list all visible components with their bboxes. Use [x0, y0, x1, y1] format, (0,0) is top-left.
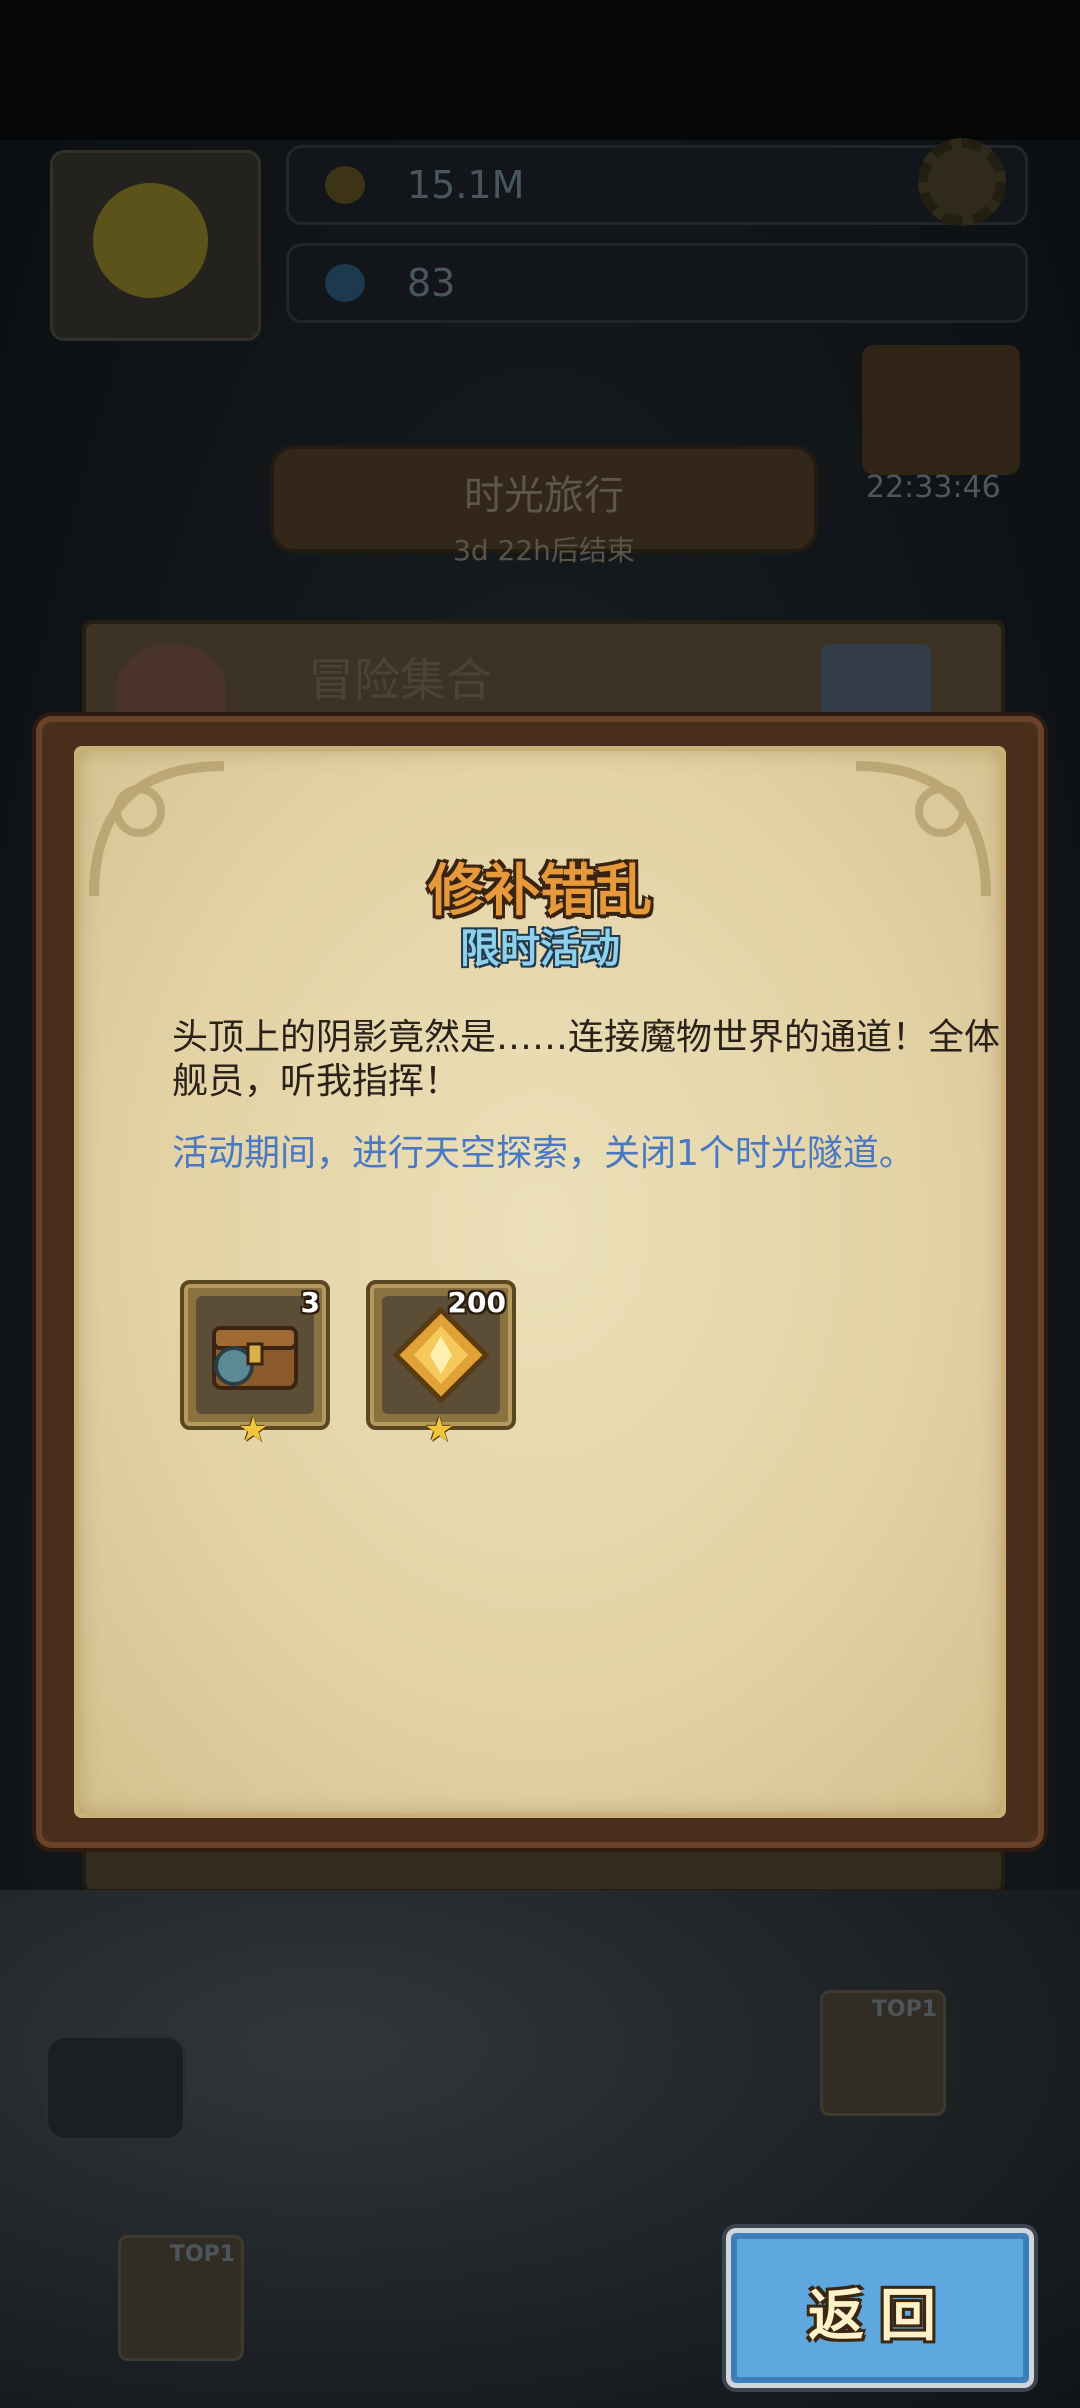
reward-count: 3 — [300, 1286, 320, 1319]
star-icon: ★ — [238, 1410, 269, 1450]
event-task: 活动期间，进行天空探索，关闭1个时光隧道。 — [172, 1133, 915, 1174]
reward-slot[interactable]: 200 ★ — [366, 1280, 516, 1450]
return-button[interactable]: 返回 — [726, 2228, 1034, 2388]
modal-subtitle: 限时活动 — [460, 926, 620, 972]
event-description: 头顶上的阴影竟然是……连接魔物世界的通道！全体舰员，听我指挥！ — [172, 1017, 1001, 1102]
reward-slot[interactable]: 3 ★ — [180, 1280, 330, 1450]
treasure-chest-icon — [196, 1296, 314, 1414]
modal-paper: 修补错乱 限时活动 头顶上的阴影竟然是……连接魔物世界的通道！全体舰员，听我指挥… — [74, 746, 1006, 1818]
reward-count: 200 — [447, 1286, 506, 1319]
star-icon: ★ — [424, 1410, 455, 1450]
return-button-label: 返回 — [808, 2284, 952, 2349]
modal-title: 修补错乱 — [428, 859, 652, 924]
event-detail-modal: 修补错乱 限时活动 头顶上的阴影竟然是……连接魔物世界的通道！全体舰员，听我指挥… — [36, 716, 1044, 1848]
